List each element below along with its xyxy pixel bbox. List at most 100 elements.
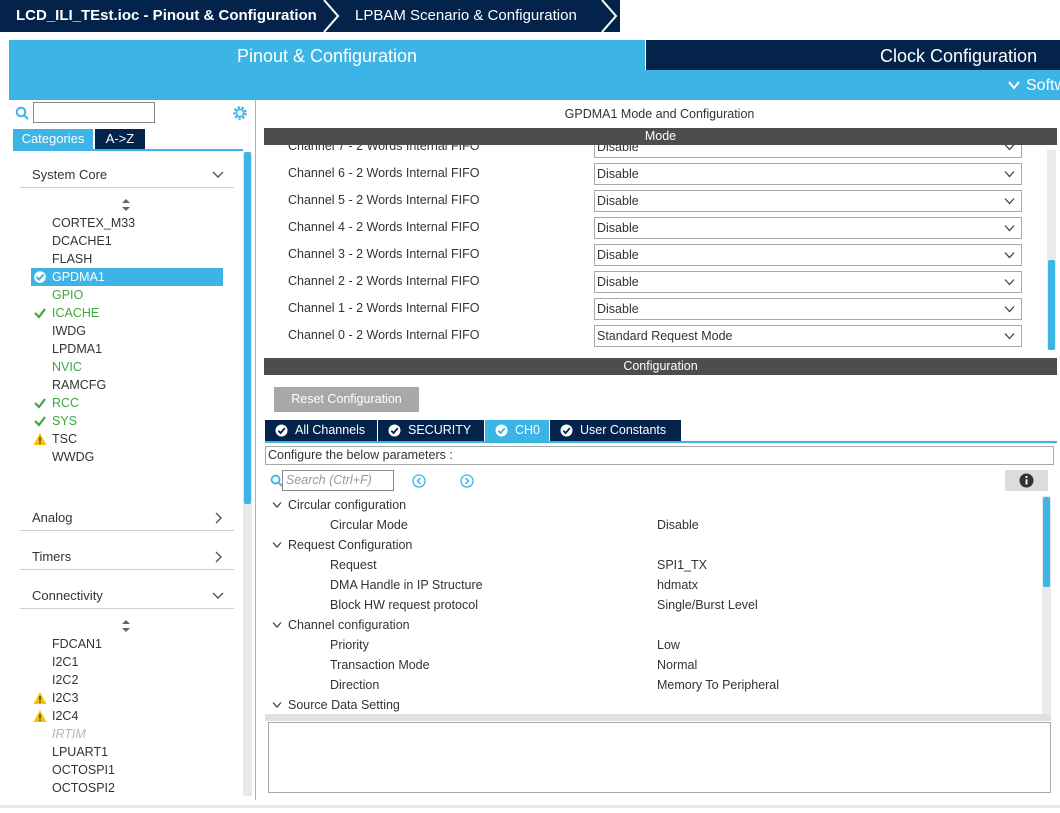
parameter-name[interactable]: Block HW request protocol: [330, 595, 478, 615]
sort-arrows-icon[interactable]: [121, 199, 131, 211]
chevron-down-icon: [1004, 171, 1015, 178]
config-tab[interactable]: CH0: [485, 420, 549, 441]
config-tab-label: SECURITY: [408, 423, 472, 437]
channel-mode-select[interactable]: Disable: [594, 217, 1022, 239]
parameter-value[interactable]: hdmatx: [657, 575, 698, 595]
search-input[interactable]: [33, 102, 155, 123]
ip-list-item[interactable]: FLASH: [31, 250, 223, 268]
chevron-down-icon[interactable]: [1007, 78, 1021, 92]
channel-mode-select[interactable]: Disable: [594, 271, 1022, 293]
ip-label: GPDMA1: [52, 270, 105, 284]
ip-list-item[interactable]: CORTEX_M33: [31, 214, 223, 232]
ip-label: RCC: [52, 396, 80, 410]
left-scrollbar-thumb[interactable]: [244, 152, 251, 504]
breadcrumb-lpbam-label: LPBAM Scenario & Configuration: [355, 7, 577, 24]
tab-pinout-configuration[interactable]: Pinout & Configuration: [9, 40, 645, 70]
ip-list-item[interactable]: I2C4: [31, 707, 223, 725]
parameter-group[interactable]: Channel configuration: [271, 615, 410, 635]
ip-label: LPUART1: [52, 745, 109, 759]
channel-mode-select[interactable]: Standard Request Mode: [594, 325, 1022, 347]
channel-mode-select[interactable]: Disable: [594, 163, 1022, 185]
tab-a-z[interactable]: A->Z: [95, 129, 145, 149]
ip-list-item[interactable]: I2C2: [31, 671, 223, 689]
parameter-value[interactable]: Memory To Peripheral: [657, 675, 779, 695]
tab-clock-configuration[interactable]: Clock Configuration: [646, 40, 1060, 70]
channel-mode-select[interactable]: Disable: [594, 190, 1022, 212]
ip-list-item[interactable]: OCTOSPI2: [31, 779, 223, 797]
parameter-value[interactable]: Disable: [657, 515, 699, 535]
parameter-value[interactable]: Low: [657, 635, 680, 655]
ip-list-item[interactable]: OCTOSPI1: [31, 761, 223, 779]
ip-list-item[interactable]: LPDMA1: [31, 340, 223, 358]
chevron-down-icon: [1004, 198, 1015, 205]
channel-mode-value: Disable: [597, 248, 639, 262]
group-connectivity[interactable]: Connectivity: [20, 583, 234, 609]
config-tab[interactable]: All Channels: [265, 420, 377, 441]
tab-underline: [265, 441, 1057, 443]
group-system-core[interactable]: System Core: [20, 162, 234, 188]
chevron-down-icon: [1004, 225, 1015, 232]
parameter-name[interactable]: DMA Handle in IP Structure: [330, 575, 483, 595]
channel-label: Channel 1 - 2 Words Internal FIFO: [288, 301, 480, 315]
ip-list-item[interactable]: RCC: [31, 394, 223, 412]
gear-icon[interactable]: [231, 104, 249, 122]
parameter-search-input[interactable]: Search (Ctrl+F): [282, 470, 394, 491]
parameter-group-label: Channel configuration: [288, 618, 410, 632]
horizontal-scrollbar[interactable]: [265, 714, 1051, 721]
channel-mode-value: Disable: [597, 221, 639, 235]
channel-label: Channel 2 - 2 Words Internal FIFO: [288, 274, 480, 288]
group-analog[interactable]: Analog: [20, 505, 234, 531]
ip-list-item[interactable]: NVIC: [31, 358, 223, 376]
config-tab[interactable]: SECURITY: [378, 420, 484, 441]
ip-list-item[interactable]: ICACHE: [31, 304, 223, 322]
info-button[interactable]: [1005, 470, 1048, 491]
parameter-name[interactable]: Priority: [330, 635, 369, 655]
channel-mode-select[interactable]: Disable: [594, 145, 1022, 158]
ip-list-item[interactable]: GPDMA1: [31, 268, 223, 286]
ip-list-item[interactable]: LPUART1: [31, 743, 223, 761]
parameter-value[interactable]: Normal: [657, 655, 697, 675]
group-timers[interactable]: Timers: [20, 544, 234, 570]
breadcrumb-item-file[interactable]: LCD_ILI_TEst.ioc - Pinout & Configuratio…: [0, 0, 345, 32]
parameter-name[interactable]: Transaction Mode: [330, 655, 430, 675]
sort-arrows-icon[interactable]: [121, 620, 131, 632]
parameter-name[interactable]: Request: [330, 555, 377, 575]
ip-list-item[interactable]: IWDG: [31, 322, 223, 340]
ip-list-item[interactable]: DCACHE1: [31, 232, 223, 250]
description-box: [268, 722, 1051, 793]
main-tabs: Pinout & Configuration Clock Configurati…: [9, 40, 1060, 70]
ip-list-item[interactable]: FDCAN1: [31, 635, 223, 653]
next-match-icon[interactable]: [460, 474, 474, 488]
channel-mode-select[interactable]: Disable: [594, 244, 1022, 266]
ip-label: WWDG: [52, 450, 95, 464]
ip-list-item[interactable]: SYS: [31, 412, 223, 430]
ip-list-item[interactable]: WWDG: [31, 448, 223, 466]
ip-list-item[interactable]: GPIO: [31, 286, 223, 304]
tab-categories[interactable]: Categories: [13, 129, 93, 149]
parameter-group[interactable]: Source Data Setting: [271, 695, 400, 713]
ip-list-item[interactable]: I2C1: [31, 653, 223, 671]
ip-label: ICACHE: [52, 306, 100, 320]
parameter-value[interactable]: Single/Burst Level: [657, 595, 758, 615]
channel-label: Channel 5 - 2 Words Internal FIFO: [288, 193, 480, 207]
mode-scrollbar-thumb[interactable]: [1048, 260, 1055, 350]
reset-configuration-button[interactable]: Reset Configuration: [274, 387, 419, 412]
channel-mode-select[interactable]: Disable: [594, 298, 1022, 320]
chevron-down-icon: [272, 702, 282, 708]
ip-list-item[interactable]: IRTIM: [31, 725, 223, 743]
software-packs-menu[interactable]: Softw: [1026, 70, 1060, 100]
parameter-name[interactable]: Direction: [330, 675, 379, 695]
mode-header: Mode: [264, 128, 1057, 145]
config-tab[interactable]: User Constants: [550, 420, 681, 441]
parameter-name[interactable]: Circular Mode: [330, 515, 408, 535]
parameter-scrollbar-thumb[interactable]: [1043, 497, 1050, 587]
ip-list-item[interactable]: I2C3: [31, 689, 223, 707]
parameter-group[interactable]: Circular configuration: [271, 495, 406, 515]
parameter-group[interactable]: Request Configuration: [271, 535, 412, 555]
ip-list-item[interactable]: TSC: [31, 430, 223, 448]
parameter-value[interactable]: SPI1_TX: [657, 555, 707, 575]
chevron-down-icon: [272, 622, 282, 628]
previous-match-icon[interactable]: [412, 474, 426, 488]
configuration-header: Configuration: [264, 358, 1057, 375]
ip-list-item[interactable]: RAMCFG: [31, 376, 223, 394]
